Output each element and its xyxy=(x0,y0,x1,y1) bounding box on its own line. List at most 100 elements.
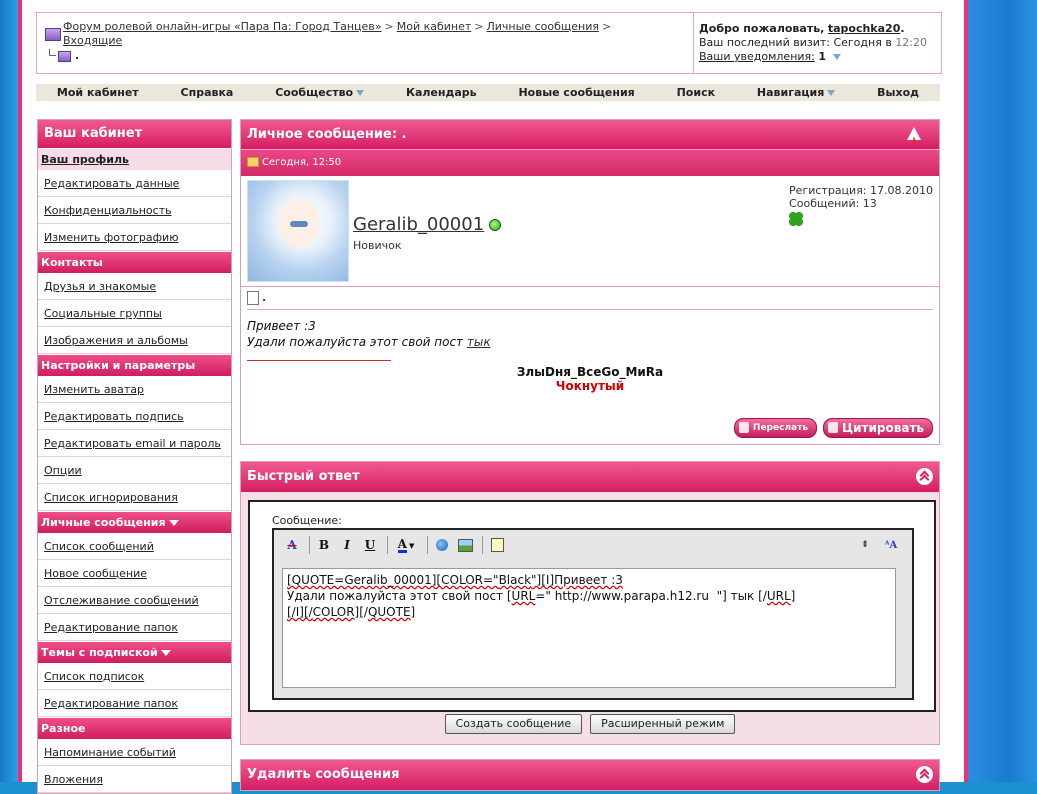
sidebar-item-options[interactable]: Опции xyxy=(38,457,231,484)
quick-reply-title: Быстрый ответ xyxy=(247,469,360,484)
sidebar-item-track-messages[interactable]: Отслеживание сообщений xyxy=(38,587,231,614)
nav-search[interactable]: Поиск xyxy=(677,86,715,99)
reputation-clover-icon xyxy=(789,212,804,226)
sidebar-item-attachments[interactable]: Вложения xyxy=(38,766,231,793)
text-color-icon[interactable]: A ▼ xyxy=(392,535,420,555)
report-warning-icon[interactable] xyxy=(907,127,921,157)
sidebar-item-edit-data[interactable]: Редактировать данные xyxy=(38,170,231,197)
notifications-dropdown-icon[interactable] xyxy=(832,54,841,60)
delete-messages-header: Удалить сообщения xyxy=(241,760,939,790)
author-box: Geralib_00001 Новичок Регистрация: 17.08… xyxy=(241,176,939,287)
sidebar-item-ignore-list[interactable]: Список игнорирования xyxy=(38,484,231,511)
desktop-background-left xyxy=(0,0,18,782)
last-visit-time: 12:20 xyxy=(895,36,928,49)
message-text: Привеет :3 Удали пожалуйста этот свой по… xyxy=(247,319,491,349)
last-visit-label: Ваш последний визит: Сегодня в xyxy=(699,36,892,49)
message-editor: A B I U A ▼ ⇕ ᴬA [QUOTE=Geralib_00001][C… xyxy=(272,528,914,700)
nav-new-posts[interactable]: Новые сообщения xyxy=(518,86,634,99)
collapse-icon[interactable] xyxy=(916,766,933,783)
switch-editor-icon[interactable]: ᴬA xyxy=(881,535,901,555)
sidebar-section-misc: Разное xyxy=(38,717,231,739)
message-header: Личное сообщение: . xyxy=(241,120,939,157)
nav-cabinet[interactable]: Мой кабинет xyxy=(57,86,139,99)
sidebar-item-new-message[interactable]: Новое сообщение xyxy=(38,560,231,587)
header-box: Форум ролевой онлайн-игры «Пара Па: Горо… xyxy=(36,12,942,74)
italic-icon[interactable]: I xyxy=(337,535,357,555)
advanced-mode-button[interactable]: Расширенный режим xyxy=(590,714,736,734)
signature-line1: ЗлыDня_BceGo_MиRa xyxy=(516,365,664,379)
sidebar-item-edit-email[interactable]: Редактировать email и пароль xyxy=(38,430,231,457)
sidebar-item-subscription-folders[interactable]: Редактирование папок xyxy=(38,690,231,717)
quick-reply-header: Быстрый ответ xyxy=(241,462,939,492)
private-message: Личное сообщение: . Сегодня, 12:50 Geral… xyxy=(240,119,940,445)
sidebar-item-friends[interactable]: Друзья и знакомые xyxy=(38,273,231,300)
welcome-panel: Добро пожаловать, tapochka20. Ваш послед… xyxy=(699,22,928,63)
message-subject: . xyxy=(262,291,267,304)
avatar[interactable] xyxy=(247,180,349,282)
message-date: Сегодня, 12:50 xyxy=(262,157,342,168)
insert-link-icon[interactable] xyxy=(432,535,452,555)
breadcrumb-pm[interactable]: Личные сообщения xyxy=(487,20,599,33)
sidebar-section-settings: Настройки и параметры xyxy=(38,354,231,376)
sidebar-section-pm[interactable]: Личные сообщения xyxy=(38,511,231,533)
author-rank: Новичок xyxy=(353,239,402,252)
sidebar-item-event-reminders[interactable]: Напоминание событий xyxy=(38,739,231,766)
message-link[interactable]: тык xyxy=(467,335,491,349)
nav-navigation[interactable]: Навигация xyxy=(757,86,836,99)
message-label: Сообщение: xyxy=(272,514,342,527)
signature-divider xyxy=(247,360,391,361)
insert-image-icon[interactable] xyxy=(455,535,475,555)
submit-button[interactable]: Создать сообщение xyxy=(444,714,583,734)
breadcrumb-forum[interactable]: Форум ролевой онлайн-игры «Пара Па: Горо… xyxy=(63,20,382,33)
chevron-down-icon xyxy=(168,520,179,526)
message-textarea[interactable]: [QUOTE=Geralib_00001][COLOR="Black"][I]П… xyxy=(282,568,896,688)
breadcrumb-current: . xyxy=(75,49,80,62)
delete-messages-title: Удалить сообщения xyxy=(247,767,400,782)
forward-button[interactable]: Переслать xyxy=(733,418,818,438)
quick-reply: Быстрый ответ Сообщение: A B I U A ▼ ⇕ ᴬ… xyxy=(240,461,940,745)
delete-messages-box: Удалить сообщения xyxy=(240,759,940,791)
sidebar-item-change-avatar[interactable]: Изменить аватар xyxy=(38,376,231,403)
forum-page: Форум ролевой онлайн-игры «Пара Па: Горо… xyxy=(22,0,964,794)
date-folder-icon xyxy=(247,157,259,167)
sidebar-item-social-groups[interactable]: Социальные группы xyxy=(38,300,231,327)
welcome-username[interactable]: tapochka20 xyxy=(828,22,901,35)
quick-reply-buttons: Создать сообщение Расширенный режим xyxy=(241,714,939,734)
author-registration: Регистрация: 17.08.2010 xyxy=(789,184,933,197)
sidebar-item-edit-folders[interactable]: Редактирование папок xyxy=(38,614,231,641)
nav-help[interactable]: Справка xyxy=(181,86,234,99)
quote-icon[interactable] xyxy=(487,535,507,555)
sidebar-item-edit-signature[interactable]: Редактировать подпись xyxy=(38,403,231,430)
message-body: . Привеет :3 Удали пожалуйста этот свой … xyxy=(241,287,939,397)
online-status-icon xyxy=(489,219,502,231)
breadcrumb-cabinet[interactable]: Мой кабинет xyxy=(397,20,472,33)
remove-format-icon[interactable]: A xyxy=(282,535,302,555)
breadcrumb-inbox[interactable]: Входящие xyxy=(63,34,122,47)
editor-toolbar: A B I U A ▼ ⇕ ᴬA xyxy=(274,530,912,560)
sidebar-item-privacy[interactable]: Конфиденциальность xyxy=(38,197,231,224)
nav-logout[interactable]: Выход xyxy=(877,86,919,99)
nav-calendar[interactable]: Календарь xyxy=(406,86,477,99)
notifications-link[interactable]: Ваши уведомления: xyxy=(699,50,815,63)
sidebar-item-change-photo[interactable]: Изменить фотографию xyxy=(38,224,231,251)
quote-button[interactable]: Цитировать xyxy=(823,418,933,438)
sidebar-item-albums[interactable]: Изображения и альбомы xyxy=(38,327,231,354)
resize-icon[interactable]: ⇕ xyxy=(855,535,875,555)
author-name[interactable]: Geralib_00001 xyxy=(353,214,502,235)
sidebar-item-subscription-list[interactable]: Список подписок xyxy=(38,663,231,690)
bold-icon[interactable]: B xyxy=(314,535,334,555)
folder-icon xyxy=(45,28,61,41)
underline-icon[interactable]: U xyxy=(360,535,380,555)
collapse-icon[interactable] xyxy=(916,468,933,485)
sidebar-item-message-list[interactable]: Список сообщений xyxy=(38,533,231,560)
sidebar-section-subscriptions[interactable]: Темы с подпиской xyxy=(38,641,231,663)
sidebar-section-profile[interactable]: Ваш профиль xyxy=(38,148,231,170)
sidebar-section-contacts: Контакты xyxy=(38,251,231,273)
nav-community[interactable]: Сообщество xyxy=(275,86,365,99)
chevron-down-icon xyxy=(356,90,365,96)
notifications-count: 1 xyxy=(818,50,827,63)
signature-line2: Чокнутый xyxy=(555,379,625,393)
chevron-down-icon xyxy=(827,90,836,96)
message-date-bar: Сегодня, 12:50 xyxy=(241,149,939,176)
post-icon xyxy=(247,291,259,305)
